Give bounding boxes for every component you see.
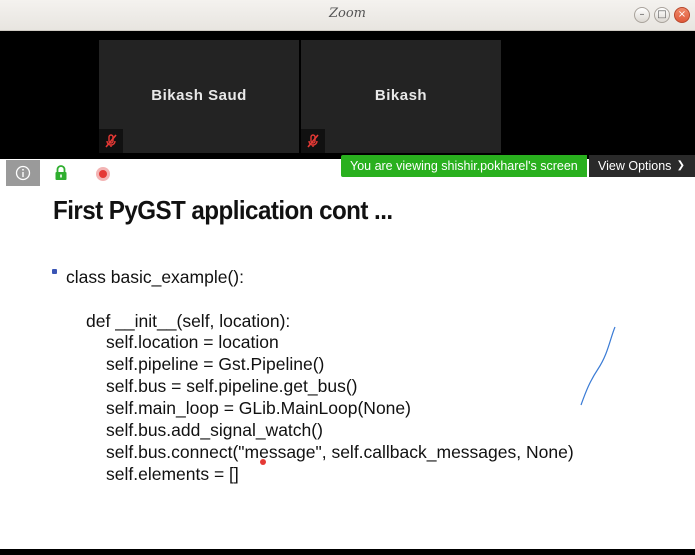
laser-pointer-icon <box>260 459 266 465</box>
participant-tile[interactable]: Bikash <box>301 40 501 153</box>
bottom-bar <box>0 549 695 555</box>
bullet-icon <box>52 269 57 274</box>
video-strip: Bikash Saud Bikash <box>0 31 695 159</box>
code-line: self.bus.add_signal_watch() <box>106 420 323 440</box>
mic-muted-icon <box>301 129 325 153</box>
recording-indicator-icon <box>96 167 110 181</box>
participant-name: Bikash <box>374 87 428 104</box>
participant-name: Bikash Saud <box>151 87 247 104</box>
code-line: self.pipeline = Gst.Pipeline() <box>106 354 325 374</box>
code-line: self.elements = [] <box>106 464 239 484</box>
minimize-button[interactable]: – <box>634 7 650 23</box>
code-line: self.location = location <box>106 332 279 352</box>
window-titlebar: Zoom – □ × <box>0 0 695 31</box>
shared-screen: You are viewing shishir.pokharel's scree… <box>0 155 695 549</box>
view-options-label: View Options <box>598 159 672 173</box>
code-line: self.bus = self.pipeline.get_bus() <box>106 376 358 396</box>
code-line: def __init__(self, location): <box>86 311 291 331</box>
code-line: self.main_loop = GLib.MainLoop(None) <box>106 398 411 418</box>
encryption-lock-icon[interactable] <box>54 165 68 185</box>
slide-title: First PyGST application cont ... <box>53 195 393 225</box>
close-button[interactable]: × <box>674 7 690 23</box>
chevron-down-icon: ❯ <box>676 160 685 171</box>
maximize-button[interactable]: □ <box>654 7 670 23</box>
participant-tile[interactable]: Bikash Saud <box>99 40 299 153</box>
annotation-scribble <box>580 326 616 406</box>
mic-muted-icon <box>99 129 123 153</box>
code-line: self.bus.connect("message", self.callbac… <box>106 442 574 462</box>
window-title: Zoom <box>328 6 366 21</box>
code-line: class basic_example(): <box>66 267 244 287</box>
view-options-button[interactable]: View Options ❯ <box>589 155 695 177</box>
meeting-info-button[interactable] <box>6 160 40 186</box>
screen-share-banner: You are viewing shishir.pokharel's scree… <box>341 155 587 177</box>
info-icon <box>15 165 31 181</box>
